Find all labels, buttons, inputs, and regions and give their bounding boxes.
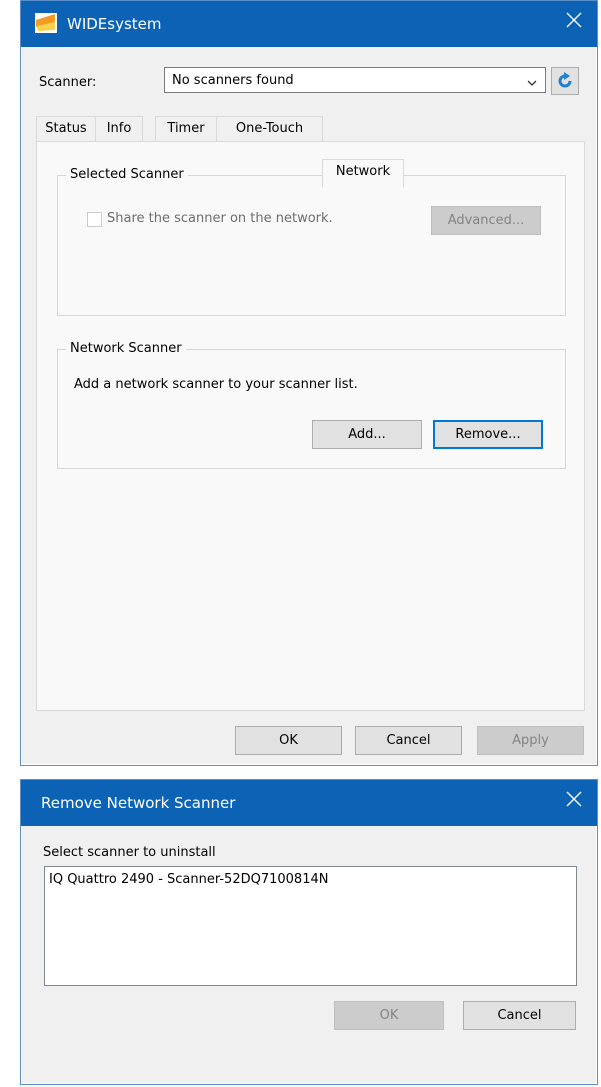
tab-timer[interactable]: Timer [155,116,217,142]
apply-button[interactable]: Apply [477,726,584,755]
tab-network[interactable]: Network [322,159,404,188]
logo-icon [35,13,57,37]
tab-info[interactable]: Info [95,116,143,142]
remove-dialog-title: Remove Network Scanner [41,794,236,812]
share-scanner-checkbox[interactable] [87,212,102,227]
remove-network-scanner-dialog: Remove Network Scanner Select scanner to… [20,779,598,1085]
share-scanner-checkbox-label: Share the scanner on the network. [107,211,333,226]
tab-network-label: Network [335,164,391,179]
network-tab-panel: Selected Scanner Share the scanner on th… [36,141,585,711]
close-icon[interactable] [565,11,583,29]
refresh-button[interactable] [551,67,579,95]
selected-scanner-group-title: Selected Scanner [66,167,188,182]
dialog-ok-button[interactable]: OK [334,1001,444,1030]
network-scanner-group: Network Scanner Add a network scanner to… [57,341,566,469]
selected-scanner-group: Selected Scanner Share the scanner on th… [57,167,566,316]
dialog-cancel-button[interactable]: Cancel [463,1001,576,1030]
main-client-area: Scanner: No scanners found Status Info T… [22,47,596,764]
network-scanner-group-title: Network Scanner [66,341,186,356]
remove-scanner-button[interactable]: Remove... [433,420,543,449]
scanner-label: Scanner: [39,75,97,90]
main-window: WIDEsystem Scanner: No scanners found St… [20,0,598,766]
refresh-icon [555,71,575,95]
tab-one-touch-label: One-Touch [235,121,304,136]
main-window-title: WIDEsystem [67,15,162,33]
scanner-select-value: No scanners found [172,73,294,88]
tab-timer-label: Timer [167,121,205,136]
network-scanner-description: Add a network scanner to your scanner li… [74,377,358,392]
ok-button[interactable]: OK [235,726,342,755]
tab-status[interactable]: Status [36,116,96,142]
main-titlebar[interactable]: WIDEsystem [21,1,597,47]
scanner-select[interactable]: No scanners found [164,67,546,93]
remove-dialog-titlebar[interactable]: Remove Network Scanner [21,780,597,826]
tab-one-touch[interactable]: One-Touch [216,116,323,142]
scanner-list[interactable]: IQ Quattro 2490 - Scanner-52DQ7100814N [44,866,577,986]
advanced-button[interactable]: Advanced... [431,206,541,235]
list-item[interactable]: IQ Quattro 2490 - Scanner-52DQ7100814N [49,872,328,887]
dropdown-arrow-icon [527,76,537,91]
close-icon[interactable] [565,790,583,808]
tab-info-label: Info [106,121,132,136]
cancel-button[interactable]: Cancel [355,726,462,755]
remove-dialog-prompt: Select scanner to uninstall [43,845,216,860]
remove-dialog-client-area: Select scanner to uninstall IQ Quattro 2… [22,826,596,1083]
tab-status-label: Status [45,121,87,136]
add-scanner-button[interactable]: Add... [312,420,422,449]
